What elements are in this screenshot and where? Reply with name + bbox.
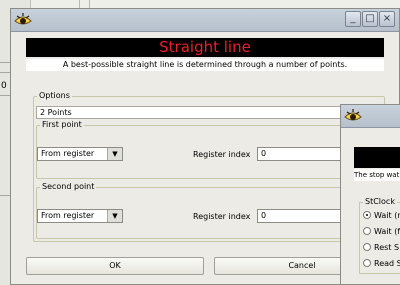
background-value: 0 — [1, 81, 7, 91]
options-legend: Options — [37, 91, 72, 101]
stclock-option-label: Rest S — [374, 243, 400, 252]
stclock-option[interactable]: Read S — [363, 258, 400, 270]
radio-selected-icon[interactable] — [363, 211, 371, 219]
stclock-option-label: Wait (r — [374, 211, 400, 220]
stclock-option-label: Read S — [374, 259, 400, 268]
stclock-dialog: The stop wat StClock Wait (r Wait (f Res… — [340, 104, 400, 285]
stclock-title-bar[interactable] — [341, 105, 400, 128]
title-bar[interactable]: _ □ × — [11, 9, 399, 32]
stclock-banner — [354, 147, 400, 168]
first-point-source-combo[interactable]: From register ▼ — [37, 147, 123, 161]
second-point-index-label: Register index — [193, 212, 251, 221]
maximize-button[interactable]: □ — [362, 11, 378, 27]
stclock-option-label: Wait (f — [374, 227, 400, 236]
stclock-legend: StClock — [363, 197, 397, 207]
eye-icon — [344, 109, 362, 121]
first-point-legend: First point — [40, 120, 84, 130]
first-point-index-label: Register index — [193, 150, 251, 159]
second-point-source-combo[interactable]: From register ▼ — [37, 209, 123, 223]
dialog-description: A best-possible straight line is determi… — [26, 59, 384, 71]
radio-icon[interactable] — [363, 259, 371, 267]
first-point-source-value: From register — [41, 149, 95, 158]
stclock-description: The stop wat — [354, 169, 400, 181]
chevron-down-icon[interactable]: ▼ — [107, 210, 122, 222]
banner-title: Straight line — [26, 38, 384, 57]
stclock-option[interactable]: Wait (f — [363, 226, 400, 238]
second-point-source-value: From register — [41, 211, 95, 220]
radio-icon[interactable] — [363, 227, 371, 235]
close-button[interactable]: × — [379, 11, 395, 27]
stclock-option[interactable]: Rest S — [363, 242, 400, 254]
points-mode-select[interactable]: 2 Points — [36, 106, 384, 119]
eye-icon — [14, 13, 32, 25]
ok-button[interactable]: OK — [26, 257, 204, 275]
second-point-legend: Second point — [40, 182, 97, 192]
minimize-button[interactable]: _ — [345, 11, 361, 27]
radio-icon[interactable] — [363, 243, 371, 251]
stclock-option[interactable]: Wait (r — [363, 210, 400, 222]
chevron-down-icon[interactable]: ▼ — [107, 148, 122, 160]
